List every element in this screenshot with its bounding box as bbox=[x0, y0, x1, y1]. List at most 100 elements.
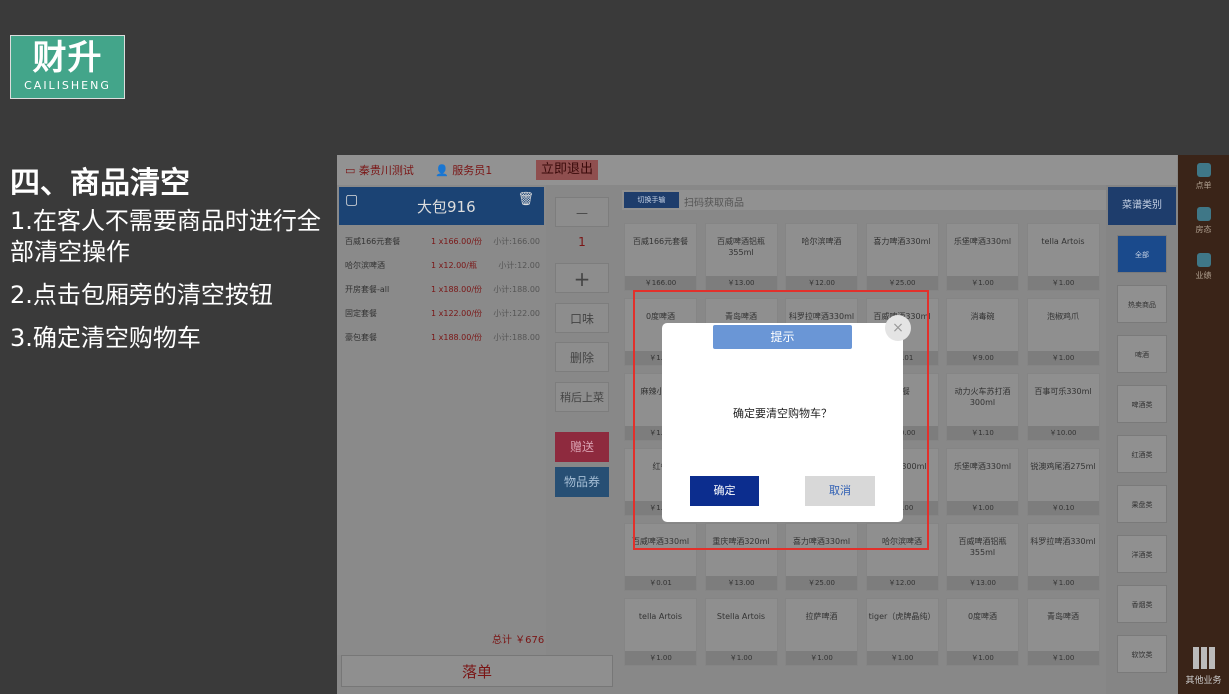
performance-icon bbox=[1196, 253, 1211, 267]
product-price: ￥25.00 bbox=[786, 576, 857, 590]
right-sidebar: 点单 房态 业绩 其他业务 bbox=[1178, 155, 1229, 694]
product-price: ￥1.00 bbox=[947, 651, 1018, 665]
cart-item-subtotal: 小计:122.00 bbox=[493, 309, 540, 318]
product-card[interactable]: 乐堡啤酒330ml ￥1.00 bbox=[946, 448, 1019, 516]
product-card[interactable]: 科罗拉啤酒330ml ￥1.00 bbox=[1026, 523, 1100, 591]
category-item[interactable]: 全部 bbox=[1117, 235, 1167, 273]
search-input[interactable]: 扫码获取商品 bbox=[684, 194, 744, 209]
step-2: 2.点击包厢旁的清空按钮 bbox=[10, 281, 273, 309]
category-item[interactable]: 红酒类 bbox=[1117, 435, 1167, 473]
decrease-button[interactable]: — bbox=[555, 197, 609, 227]
product-card[interactable]: tella Artois ￥1.00 bbox=[624, 598, 697, 666]
product-price: ￥1.00 bbox=[1027, 276, 1099, 290]
product-price: ￥25.00 bbox=[866, 276, 938, 290]
cart-item-name: 哈尔滨啤酒 bbox=[345, 261, 385, 270]
product-name: 百威166元套餐 bbox=[632, 237, 689, 246]
taste-button[interactable]: 口味 bbox=[555, 303, 609, 333]
search-bar: 切换手输 扫码获取商品 bbox=[622, 190, 1112, 210]
confirm-button[interactable]: 确定 bbox=[690, 476, 759, 506]
product-name: 消毒碗 bbox=[970, 312, 995, 321]
cart-item-qty: 1 x166.00/份 bbox=[431, 237, 483, 246]
product-name: 锐澳鸡尾酒275ml bbox=[1030, 462, 1096, 471]
cart-item-name: 百威166元套餐 bbox=[345, 237, 401, 246]
product-price: ￥0.01 bbox=[625, 576, 696, 590]
product-name: 乐堡啤酒330ml bbox=[953, 462, 1012, 471]
product-price: ￥1.00 bbox=[1027, 651, 1099, 665]
cancel-button[interactable]: 取消 bbox=[805, 476, 875, 506]
product-name: 喜力啤酒330ml bbox=[873, 237, 931, 246]
product-card[interactable]: 泡椒鸡爪 ￥1.00 bbox=[1026, 298, 1100, 366]
product-card[interactable]: 乐堡啤酒330ml ￥1.00 bbox=[946, 223, 1019, 291]
product-price: ￥1.00 bbox=[705, 651, 777, 665]
category-item[interactable]: 热卖商品 bbox=[1117, 285, 1167, 323]
product-price: ￥13.00 bbox=[705, 276, 777, 290]
switch-room-icon[interactable]: ▢ bbox=[345, 192, 358, 208]
category-item[interactable]: 啤酒 bbox=[1117, 335, 1167, 373]
category-header: 菜谱类别 bbox=[1108, 187, 1176, 225]
serve-later-button[interactable]: 稍后上菜 bbox=[555, 382, 609, 412]
product-card[interactable]: 百威啤酒铝瓶355ml ￥13.00 bbox=[704, 223, 778, 291]
sidebar-item-order[interactable]: 点单 bbox=[1178, 163, 1229, 191]
category-item[interactable]: 果盘类 bbox=[1117, 485, 1167, 523]
switch-input-button[interactable]: 切换手输 bbox=[624, 192, 679, 208]
product-card[interactable]: 哈尔滨啤酒 ￥12.00 bbox=[785, 223, 858, 291]
close-icon[interactable]: × bbox=[885, 315, 911, 341]
cart-row[interactable]: 百威166元套餐 1 x166.00/份 小计:166.00 bbox=[341, 229, 544, 253]
cart-row[interactable]: 开房套餐-all 1 x188.00/份 小计:188.00 bbox=[341, 277, 544, 301]
confirm-dialog: 提示 × 确定要清空购物车？ 确定 取消 bbox=[662, 315, 911, 522]
exit-button[interactable]: 立即退出 bbox=[536, 160, 598, 180]
product-price: ￥9.00 bbox=[947, 351, 1018, 365]
product-price: ￥1.00 bbox=[1027, 576, 1099, 590]
cart-row[interactable]: 哈尔滨啤酒 1 x12.00/瓶 小计:12.00 bbox=[341, 253, 544, 277]
product-price: ￥1.00 bbox=[625, 651, 696, 665]
product-card[interactable]: 拉萨啤酒 ￥1.00 bbox=[785, 598, 858, 666]
cart-row[interactable]: 豪包套餐 1 x188.00/份 小计:188.00 bbox=[341, 325, 544, 349]
increase-button[interactable]: + bbox=[555, 263, 609, 293]
place-order-button[interactable]: 落单 bbox=[341, 655, 613, 687]
product-price: ￥1.00 bbox=[866, 651, 938, 665]
cart-panel: ▢ 大包916 🗑 百威166元套餐 1 x166.00/份 小计:166.00 哈尔… bbox=[337, 185, 546, 655]
product-card[interactable]: tella Artois ￥1.00 bbox=[1026, 223, 1100, 291]
quantity-display: 1 bbox=[578, 235, 586, 249]
cart-item-qty: 1 x188.00/份 bbox=[431, 285, 483, 294]
product-name: 科罗拉啤酒330ml bbox=[1030, 537, 1096, 546]
product-card[interactable]: 百威啤酒铝瓶355ml ￥13.00 bbox=[946, 523, 1019, 591]
product-card[interactable]: 青岛啤酒 ￥1.00 bbox=[1026, 598, 1100, 666]
staff-name: 👤 服务员1 bbox=[435, 164, 493, 177]
sidebar-item-performance[interactable]: 业绩 bbox=[1178, 253, 1229, 281]
slide-heading: 四、商品清空 bbox=[10, 166, 190, 201]
voucher-button[interactable]: 物品券 bbox=[555, 467, 609, 497]
clear-cart-icon[interactable]: 🗑 bbox=[517, 192, 534, 207]
product-card[interactable]: 0度啤酒 ￥1.00 bbox=[946, 598, 1019, 666]
category-item[interactable]: 洋酒类 bbox=[1117, 535, 1167, 573]
product-price: ￥13.00 bbox=[947, 576, 1018, 590]
product-card[interactable]: 动力火车苏打酒300ml ￥1.10 bbox=[946, 373, 1019, 441]
product-price: ￥0.10 bbox=[1027, 501, 1099, 515]
product-card[interactable]: tiger（虎牌晶纯） ￥1.00 bbox=[865, 598, 939, 666]
cart-item-subtotal: 小计:12.00 bbox=[498, 261, 540, 270]
product-card[interactable]: 锐澳鸡尾酒275ml ￥0.10 bbox=[1026, 448, 1100, 516]
product-card[interactable]: 百事可乐330ml ￥10.00 bbox=[1026, 373, 1100, 441]
category-item[interactable]: 香烟类 bbox=[1117, 585, 1167, 623]
delete-button[interactable]: 删除 bbox=[555, 342, 609, 372]
product-name: 哈尔滨啤酒 bbox=[801, 237, 842, 246]
product-price: ￥1.00 bbox=[947, 276, 1018, 290]
product-card[interactable]: 喜力啤酒330ml ￥25.00 bbox=[865, 223, 939, 291]
product-card[interactable]: 百威166元套餐 ￥166.00 bbox=[624, 223, 697, 291]
gift-button[interactable]: 赠送 bbox=[555, 432, 609, 462]
cart-row[interactable]: 固定套餐 1 x122.00/份 小计:122.00 bbox=[341, 301, 544, 325]
product-name: 泡椒鸡爪 bbox=[1047, 312, 1079, 321]
category-item[interactable]: 啤酒类 bbox=[1117, 385, 1167, 423]
cart-item-subtotal: 小计:188.00 bbox=[493, 285, 540, 294]
product-card[interactable]: 消毒碗 ￥9.00 bbox=[946, 298, 1019, 366]
product-name: 百威啤酒铝瓶355ml bbox=[958, 537, 1007, 557]
product-price: ￥1.10 bbox=[947, 426, 1018, 440]
cart-item-subtotal: 小计:188.00 bbox=[493, 333, 540, 342]
category-item[interactable]: 软饮类 bbox=[1117, 635, 1167, 673]
product-name: 百事可乐330ml bbox=[1034, 387, 1092, 396]
step-1: 1.在客人不需要商品时进行全部清空操作 bbox=[10, 207, 321, 266]
product-name: tiger（虎牌晶纯） bbox=[868, 612, 936, 621]
sidebar-item-room-status[interactable]: 房态 bbox=[1178, 207, 1229, 235]
product-card[interactable]: Stella Artois ￥1.00 bbox=[704, 598, 778, 666]
other-business-button[interactable]: 其他业务 bbox=[1178, 647, 1229, 686]
